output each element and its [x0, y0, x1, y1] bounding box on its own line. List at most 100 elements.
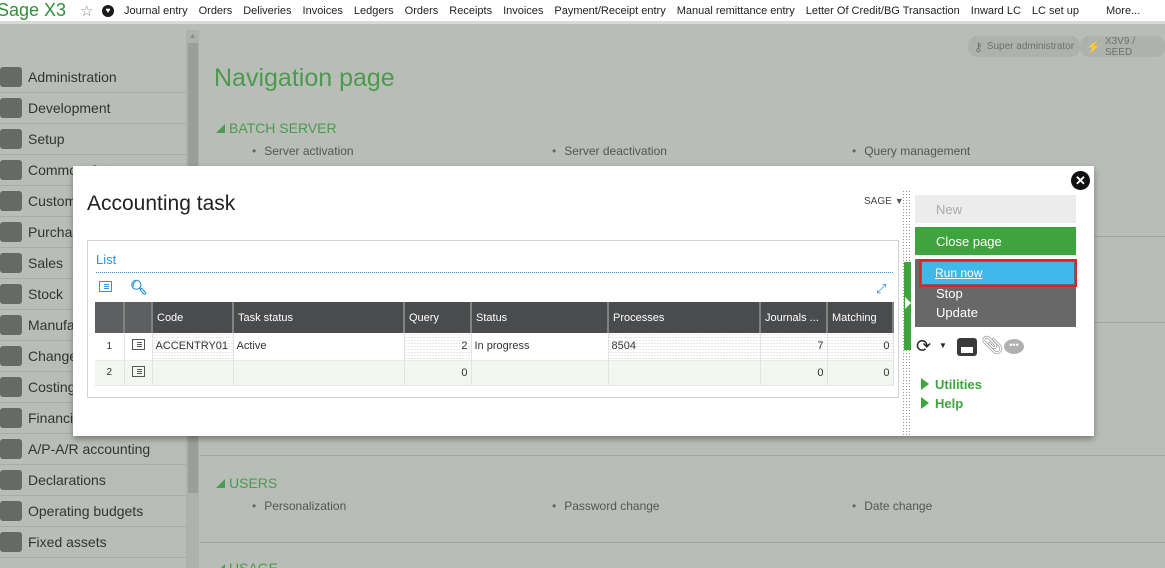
section-batch-server[interactable]: BATCH SERVER: [216, 120, 337, 136]
col-processes[interactable]: Processes: [608, 302, 761, 333]
link-server-deactivation[interactable]: Server deactivation: [552, 144, 667, 158]
topnav-link[interactable]: Ledgers: [354, 5, 394, 17]
sidebar-item-operating-budgets[interactable]: Operating budgets: [0, 496, 186, 527]
topnav-link[interactable]: Orders: [405, 5, 439, 17]
monitor-icon: [0, 532, 22, 552]
cell-code[interactable]: ACCENTRY01: [152, 333, 234, 361]
sidebar-item-fixed-assets[interactable]: Fixed assets: [0, 527, 186, 558]
col-status[interactable]: Status: [471, 302, 609, 333]
topnav-link[interactable]: Deliveries: [243, 5, 291, 17]
purse-icon: [0, 222, 22, 242]
topnav-link[interactable]: LC set up: [1032, 5, 1079, 17]
section-users[interactable]: USERS: [216, 475, 277, 491]
cell-processes[interactable]: [608, 360, 761, 386]
comment-icon[interactable]: •••: [1004, 339, 1024, 354]
folder-name: SAGE: [864, 196, 892, 207]
stop-button[interactable]: Stop: [936, 286, 963, 301]
cell-matching[interactable]: 0: [827, 360, 894, 386]
col-query[interactable]: Query: [404, 302, 472, 333]
col-journals[interactable]: Journals ...: [760, 302, 828, 333]
sidebar-item-development[interactable]: Development: [0, 93, 186, 124]
row-detail-button[interactable]: [124, 333, 153, 361]
sidebar-item-label: Declarations: [28, 472, 106, 488]
close-page-button[interactable]: Close page: [915, 227, 1076, 255]
wallet-icon: [0, 501, 22, 521]
cell-task-status[interactable]: Active: [233, 333, 405, 361]
topnav-link[interactable]: Invoices: [303, 5, 343, 17]
col-code[interactable]: Code: [152, 302, 234, 333]
section-usage[interactable]: USAGE: [216, 560, 278, 568]
sidebar-item-administration[interactable]: Administration: [0, 62, 186, 93]
sidebar-item-setup[interactable]: Setup: [0, 124, 186, 155]
topnav-link[interactable]: Manual remittance entry: [677, 5, 795, 17]
topnav-link[interactable]: Journal entry: [124, 5, 188, 17]
cell-processes[interactable]: 8504: [608, 333, 761, 361]
binders-icon: [0, 160, 22, 180]
run-now-button[interactable]: Run now: [919, 259, 1077, 287]
topnav-link[interactable]: Invoices: [503, 5, 543, 17]
new-button[interactable]: New: [915, 195, 1076, 223]
expand-icon[interactable]: ⤢: [876, 281, 886, 297]
table-row[interactable]: 2 0 0 0: [95, 360, 894, 386]
accounting-task-dialog: Accounting task SAGE ▼ ✕ List 🔍︎ ⤢ Code T…: [73, 166, 1094, 436]
col-task-status[interactable]: Task status: [233, 302, 405, 333]
cell-journals[interactable]: 7: [760, 333, 828, 361]
chevron-down-icon[interactable]: ▼: [939, 341, 947, 350]
search-icon[interactable]: 🔍︎: [130, 279, 148, 296]
hard-hat-icon: [0, 98, 22, 118]
cell-journals[interactable]: 0: [760, 360, 828, 386]
sidebar-item-label: Sales: [28, 255, 64, 271]
table-row[interactable]: 1 ACCENTRY01 Active 2 In progress 8504 7…: [95, 333, 894, 361]
sidebar-item-ap-ar-accounting[interactable]: A/P-A/R accounting: [0, 434, 186, 465]
section-divider: [200, 455, 1165, 456]
topnav-link[interactable]: Orders: [199, 5, 233, 17]
cell-query[interactable]: 2: [404, 333, 472, 361]
row-detail-button[interactable]: [124, 360, 153, 386]
list-view-icon[interactable]: [99, 281, 112, 292]
row-number: 2: [95, 360, 125, 386]
cell-matching[interactable]: 0: [827, 333, 894, 361]
topnav-link[interactable]: Letter Of Credit/BG Transaction: [806, 5, 960, 17]
cell-status[interactable]: In progress: [471, 333, 609, 361]
row-detail-icon: [131, 339, 145, 351]
star-icon[interactable]: ☆: [80, 2, 102, 20]
task-grid: Code Task status Query Status Processes …: [95, 302, 894, 386]
scroll-up-arrow-icon[interactable]: ▲: [189, 33, 196, 40]
topnav-link[interactable]: Inward LC: [971, 5, 1021, 17]
utilities-link[interactable]: Utilities: [921, 377, 982, 392]
link-date-change[interactable]: Date change: [852, 499, 932, 513]
gears-icon: [0, 129, 22, 149]
cell-query[interactable]: 0: [404, 360, 472, 386]
cell-task-status[interactable]: [233, 360, 405, 386]
sidebar-item-declarations[interactable]: Declarations: [0, 465, 186, 496]
sidebar-item-label: Development: [28, 100, 111, 116]
heart-icon[interactable]: ♥: [102, 4, 114, 17]
box-icon: [0, 284, 22, 304]
top-bar: Sage X3 ☆ ♥ Journal entry Orders Deliver…: [0, 0, 1165, 24]
calculator-icon: [0, 408, 22, 428]
close-icon[interactable]: ✕: [1071, 171, 1090, 190]
list-divider: [96, 272, 893, 273]
app-brand[interactable]: Sage X3: [0, 0, 77, 21]
cell-code[interactable]: [152, 360, 234, 386]
print-icon[interactable]: [957, 338, 977, 356]
list-title: List: [96, 252, 117, 267]
folder-selector[interactable]: SAGE ▼: [864, 196, 904, 207]
link-server-activation[interactable]: Server activation: [252, 144, 353, 158]
link-query-management[interactable]: Query management: [852, 144, 970, 158]
sidebar-item-label: Operating budgets: [28, 503, 144, 519]
sidebar-item-label: A/P-A/R accounting: [28, 441, 151, 457]
link-password-change[interactable]: Password change: [552, 499, 659, 513]
help-link[interactable]: Help: [921, 396, 963, 411]
link-personalization[interactable]: Personalization: [252, 499, 346, 513]
col-matching[interactable]: Matching: [827, 302, 894, 333]
handshake-icon: [0, 191, 22, 211]
topnav-more[interactable]: More...: [1106, 5, 1140, 17]
paperclip-icon[interactable]: 📎︎: [981, 335, 1004, 356]
topnav-link[interactable]: Payment/Receipt entry: [554, 5, 665, 17]
chart-board-icon: [0, 377, 22, 397]
cell-status[interactable]: [471, 360, 609, 386]
refresh-icon[interactable]: ⟳: [916, 336, 931, 357]
update-button[interactable]: Update: [936, 305, 978, 320]
topnav-link[interactable]: Receipts: [449, 5, 492, 17]
